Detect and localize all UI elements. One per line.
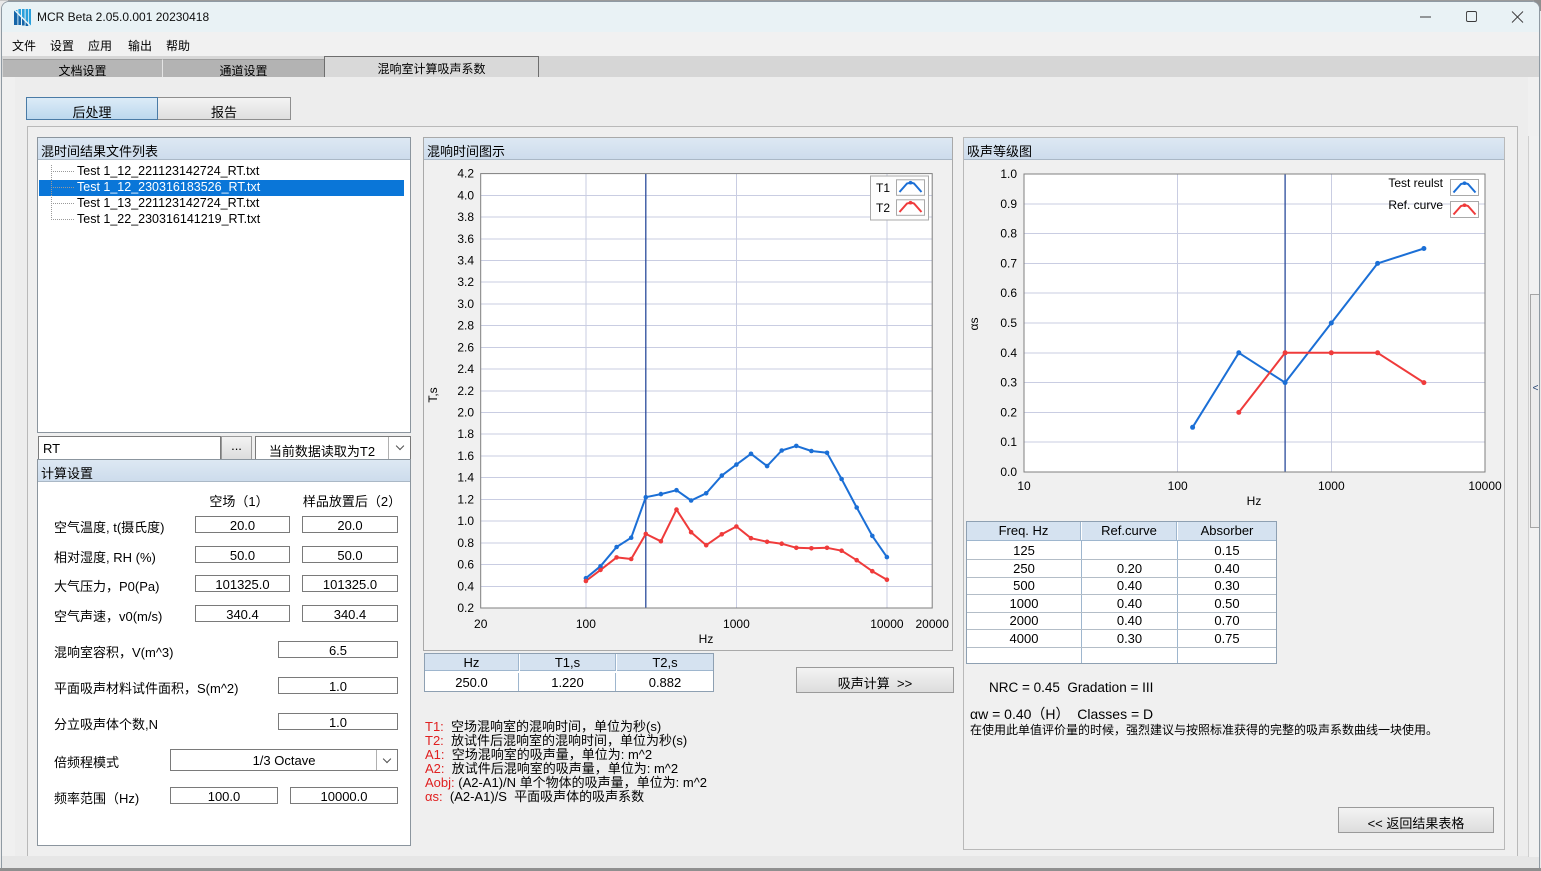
svg-text:4.2: 4.2	[457, 167, 474, 181]
svg-text:1.4: 1.4	[457, 471, 474, 485]
svg-text:2.0: 2.0	[457, 406, 474, 420]
svg-text:1.8: 1.8	[457, 427, 474, 441]
svg-text:3.2: 3.2	[457, 275, 474, 289]
svg-text:Ref. curve: Ref. curve	[1388, 198, 1443, 212]
svg-text:0.6: 0.6	[457, 558, 474, 572]
svg-text:3.8: 3.8	[457, 210, 474, 224]
svg-text:0.3: 0.3	[1000, 376, 1017, 390]
svg-text:0.2: 0.2	[457, 601, 474, 615]
svg-text:2.4: 2.4	[457, 362, 474, 376]
svg-text:20000: 20000	[916, 617, 950, 631]
svg-text:Hz: Hz	[1247, 494, 1262, 508]
svg-text:1.0: 1.0	[457, 514, 474, 528]
svg-text:T,s: T,s	[426, 387, 440, 402]
svg-text:2.8: 2.8	[457, 319, 474, 333]
svg-text:Hz: Hz	[699, 632, 714, 646]
svg-text:0.7: 0.7	[1000, 256, 1017, 270]
svg-text:100: 100	[576, 617, 596, 631]
svg-text:0.8: 0.8	[457, 536, 474, 550]
svg-text:100: 100	[1168, 479, 1188, 493]
svg-text:0.6: 0.6	[1000, 286, 1017, 300]
svg-text:3.4: 3.4	[457, 254, 474, 268]
svg-text:0.9: 0.9	[1000, 197, 1017, 211]
svg-text:1.6: 1.6	[457, 449, 474, 463]
svg-text:T2: T2	[876, 201, 890, 215]
svg-text:0.1: 0.1	[1000, 435, 1017, 449]
svg-text:4.0: 4.0	[457, 188, 474, 202]
svg-text:0.4: 0.4	[1000, 346, 1017, 360]
svg-text:1000: 1000	[723, 617, 750, 631]
svg-text:2.6: 2.6	[457, 340, 474, 354]
svg-text:T1: T1	[876, 181, 890, 195]
svg-text:1.0: 1.0	[1000, 167, 1017, 181]
svg-text:0.4: 0.4	[457, 579, 474, 593]
svg-text:3.6: 3.6	[457, 232, 474, 246]
svg-text:Test reulst: Test reulst	[1388, 176, 1443, 190]
svg-text:0.5: 0.5	[1000, 316, 1017, 330]
svg-text:10000: 10000	[1468, 479, 1502, 493]
svg-text:0.0: 0.0	[1000, 465, 1017, 479]
svg-text:0.8: 0.8	[1000, 227, 1017, 241]
svg-text:1.2: 1.2	[457, 492, 474, 506]
svg-text:αs: αs	[967, 318, 981, 331]
svg-text:20: 20	[474, 617, 488, 631]
svg-text:2.2: 2.2	[457, 384, 474, 398]
svg-text:0.2: 0.2	[1000, 405, 1017, 419]
svg-text:10: 10	[1017, 479, 1031, 493]
svg-text:3.0: 3.0	[457, 297, 474, 311]
svg-text:1000: 1000	[1318, 479, 1345, 493]
svg-text:10000: 10000	[870, 617, 904, 631]
